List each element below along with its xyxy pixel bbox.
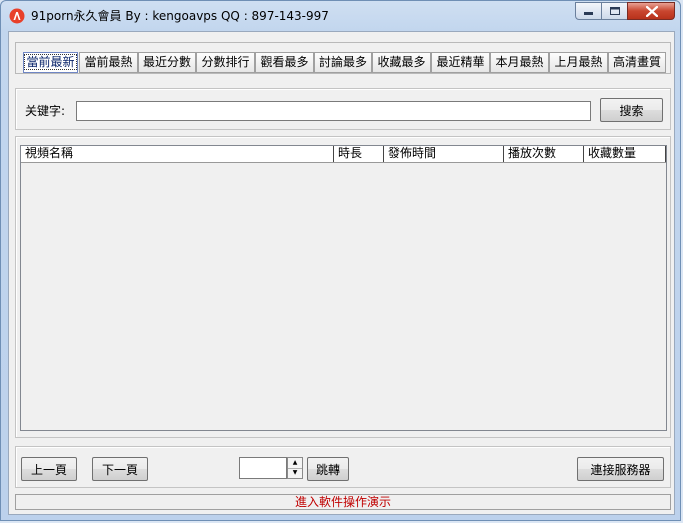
tab-this-month-hottest[interactable]: 本月最熱 — [490, 52, 549, 73]
keyword-input[interactable] — [76, 101, 591, 121]
column-play-count[interactable]: 播放次數 — [504, 146, 584, 162]
title-bar[interactable]: 91porn永久會員 By : kengoavps QQ : 897-143-9… — [1, 1, 682, 31]
next-page-button[interactable]: 下一頁 — [92, 457, 148, 481]
maximize-button[interactable] — [601, 2, 628, 20]
tab-most-favorited[interactable]: 收藏最多 — [372, 52, 431, 73]
tab-most-viewed[interactable]: 觀看最多 — [255, 52, 314, 73]
video-list-header: 視頻名稱 時長 發佈時間 播放次數 收藏數量 — [21, 146, 666, 163]
search-group: 关键字: 搜索 — [15, 88, 671, 130]
minimize-icon — [584, 12, 593, 15]
prev-page-button[interactable]: 上一頁 — [21, 457, 77, 481]
page-stepper: ▲ ▼ — [287, 457, 303, 479]
app-window: 91porn永久會員 By : kengoavps QQ : 897-143-9… — [0, 0, 681, 521]
page-number-input[interactable] — [239, 457, 287, 479]
pager-group: 上一頁 下一頁 ▲ ▼ 跳轉 連接服務器 — [15, 446, 671, 488]
tab-hd-quality[interactable]: 高清畫質 — [608, 52, 666, 73]
client-area: 當前最新 當前最熱 最近分數 分數排行 觀看最多 討論最多 收藏最多 最近精華 … — [8, 31, 675, 515]
tab-score-ranking[interactable]: 分數排行 — [196, 52, 255, 73]
keyword-label: 关键字: — [25, 104, 66, 118]
close-button[interactable] — [627, 2, 675, 20]
status-bar: 進入軟件操作演示 — [15, 494, 671, 510]
connect-server-button[interactable]: 連接服務器 — [577, 457, 664, 481]
category-tabbar: 當前最新 當前最熱 最近分數 分數排行 觀看最多 討論最多 收藏最多 最近精華 … — [15, 42, 671, 74]
tab-most-discussed[interactable]: 討論最多 — [314, 52, 372, 73]
tab-current-hottest[interactable]: 當前最熱 — [79, 52, 138, 73]
tab-recent-score[interactable]: 最近分數 — [138, 52, 196, 73]
column-publish-time[interactable]: 發佈時間 — [384, 146, 504, 162]
tab-last-month-hottest[interactable]: 上月最熱 — [549, 52, 608, 73]
maximize-icon — [610, 7, 620, 15]
search-button[interactable]: 搜索 — [600, 98, 663, 122]
tab-current-latest[interactable]: 當前最新 — [23, 52, 78, 73]
stepper-down-icon[interactable]: ▼ — [288, 468, 302, 478]
close-icon — [646, 6, 658, 17]
results-group: 視頻名稱 時長 發佈時間 播放次數 收藏數量 — [15, 136, 671, 438]
window-title: 91porn永久會員 By : kengoavps QQ : 897-143-9… — [31, 9, 329, 23]
video-list[interactable]: 視頻名稱 時長 發佈時間 播放次數 收藏數量 — [20, 145, 667, 431]
column-favorite-count[interactable]: 收藏數量 — [584, 146, 666, 162]
column-duration[interactable]: 時長 — [334, 146, 384, 162]
jump-button[interactable]: 跳轉 — [307, 457, 349, 481]
app-logo-icon — [9, 8, 25, 24]
minimize-button[interactable] — [575, 2, 602, 20]
column-video-name[interactable]: 視頻名稱 — [21, 146, 334, 162]
tab-recent-featured[interactable]: 最近精華 — [431, 52, 490, 73]
